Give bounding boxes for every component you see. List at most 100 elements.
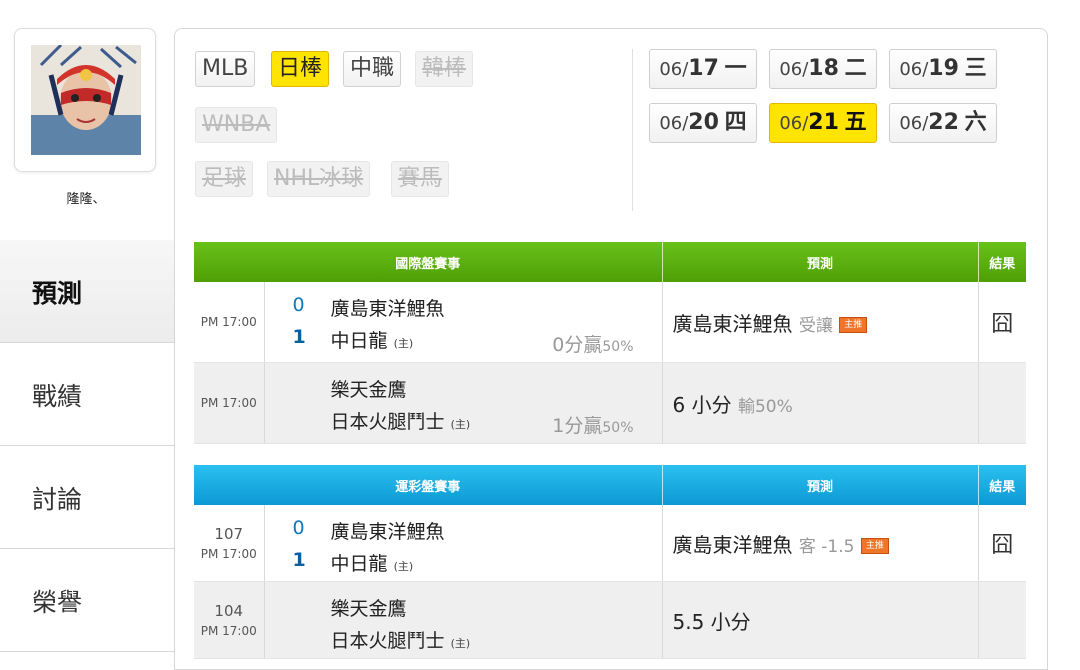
home-tag: (主) xyxy=(393,560,414,573)
tab-cpbl[interactable]: 中職 xyxy=(343,51,402,87)
table-row: 104 PM 17:00 樂天金鷹 日本火腿鬥士 (主) 5.5 小分 xyxy=(194,581,1027,659)
date-day: 18 xyxy=(808,56,839,81)
tab-npb[interactable]: 日棒 xyxy=(271,51,330,87)
match-time: PM 17:00 xyxy=(194,362,265,444)
home-team[interactable]: 日本火腿鬥士 (主) xyxy=(331,407,471,434)
home-team-name: 中日龍 xyxy=(330,553,388,575)
game-number: 107 xyxy=(214,525,244,543)
table-header: 運彩盤賽事 預測 結果 xyxy=(194,465,1027,505)
tab-horse-racing: 賽馬 xyxy=(391,161,450,197)
tabs-divider xyxy=(632,49,633,211)
date-month: 06/ xyxy=(899,59,929,80)
table-row: PM 17:00 樂天金鷹 日本火腿鬥士 (主) 1分贏50% 6 小分 輸50… xyxy=(194,362,1027,444)
home-team[interactable]: 中日龍 (主) xyxy=(331,326,414,353)
home-score: 1 xyxy=(292,549,306,571)
side-item-record[interactable]: 戰績 xyxy=(0,343,174,446)
away-team[interactable]: 樂天金鷹 xyxy=(331,375,407,402)
prediction-cell: 5.5 小分 xyxy=(662,581,979,659)
away-team[interactable]: 樂天金鷹 xyxy=(331,594,407,621)
header-prediction: 預測 xyxy=(662,465,979,505)
date-month: 06/ xyxy=(779,59,809,80)
home-team-name: 中日龍 xyxy=(330,330,388,352)
odds-value: 1分贏 xyxy=(552,415,603,437)
match-time-cell: 107 PM 17:00 xyxy=(194,505,265,582)
home-tag: (主) xyxy=(450,418,471,431)
pick-sub: 客 -1.5 xyxy=(798,536,855,557)
date-day: 21 xyxy=(808,110,839,135)
tab-mlb[interactable]: MLB xyxy=(195,51,256,87)
date-day: 17 xyxy=(688,56,719,81)
odds-value: 0分贏 xyxy=(552,334,603,356)
date-tab-0618[interactable]: 06/18 二 xyxy=(769,49,877,89)
odds-pct: 50% xyxy=(602,339,634,355)
profile-card[interactable] xyxy=(14,28,156,172)
date-weekday: 六 xyxy=(964,110,987,135)
avatar[interactable] xyxy=(31,45,141,155)
main-pick-badge: 主推 xyxy=(860,538,889,554)
odds-pct: 50% xyxy=(602,420,634,436)
date-tab-0622[interactable]: 06/22 六 xyxy=(889,103,997,143)
home-tag: (主) xyxy=(393,337,414,350)
away-score: 0 xyxy=(292,294,305,316)
odds-text: 1分贏50% xyxy=(552,411,633,438)
table-row: PM 17:00 0 廣島東洋鯉魚 1 中日龍 (主) 0分贏50% 廣島東洋鯉… xyxy=(194,282,1027,363)
date-tab-0617[interactable]: 06/17 一 xyxy=(649,49,757,89)
prediction-cell: 廣島東洋鯉魚 受讓 主推 xyxy=(662,282,979,363)
tab-kbo: 韓棒 xyxy=(415,51,474,87)
tab-soccer: 足球 xyxy=(195,161,254,197)
pick-team: 6 小分 xyxy=(672,392,732,417)
home-tag: (主) xyxy=(450,637,471,650)
result-cell xyxy=(978,581,1027,659)
side-item-label: 討論 xyxy=(32,485,83,514)
home-score: 1 xyxy=(292,326,306,348)
date-month: 06/ xyxy=(659,113,689,134)
date-tab-0619[interactable]: 06/19 三 xyxy=(889,49,997,89)
odds-text: 0分贏50% xyxy=(552,330,633,357)
side-item-label: 榮譽 xyxy=(32,588,83,617)
tab-nhl: NHL冰球 xyxy=(267,161,371,197)
home-team-name: 日本火腿鬥士 xyxy=(330,630,445,652)
home-team[interactable]: 中日龍 (主) xyxy=(331,549,414,576)
result-cell xyxy=(978,362,1027,444)
date-month: 06/ xyxy=(779,113,809,134)
date-day: 20 xyxy=(688,110,719,135)
date-weekday: 四 xyxy=(724,110,747,135)
header-result: 結果 xyxy=(978,242,1027,282)
date-weekday: 三 xyxy=(964,56,987,81)
date-month: 06/ xyxy=(899,113,929,134)
result-cell: 囧 xyxy=(978,282,1027,363)
date-weekday: 二 xyxy=(844,56,867,81)
side-item-discussion[interactable]: 討論 xyxy=(0,446,174,549)
date-month: 06/ xyxy=(659,59,689,80)
match-cell: 0 廣島東洋鯉魚 1 中日龍 (主) 0分贏50% xyxy=(264,282,663,363)
date-tab-0620[interactable]: 06/20 四 xyxy=(649,103,757,143)
date-weekday: 五 xyxy=(844,110,867,135)
prediction-cell: 廣島東洋鯉魚 客 -1.5 主推 xyxy=(662,505,979,582)
sport-lottery-prediction-table: 運彩盤賽事 預測 結果 107 PM 17:00 0 廣島東洋鯉魚 1 中日龍 … xyxy=(194,465,1027,659)
match-time: PM 17:00 xyxy=(200,624,257,638)
side-nav: 預測 戰績 討論 榮譽 xyxy=(0,240,174,652)
username: 隆隆、 xyxy=(66,192,106,207)
match-time: PM 17:00 xyxy=(200,547,257,561)
side-item-label: 預測 xyxy=(32,279,83,308)
match-time-cell: 104 PM 17:00 xyxy=(194,581,265,659)
away-team[interactable]: 廣島東洋鯉魚 xyxy=(331,294,445,321)
home-team[interactable]: 日本火腿鬥士 (主) xyxy=(331,626,471,653)
tab-wnba: WNBA xyxy=(195,107,278,143)
prediction-cell: 6 小分 輸50% xyxy=(662,362,979,444)
date-day: 22 xyxy=(928,110,959,135)
home-team-name: 日本火腿鬥士 xyxy=(330,411,445,433)
pick-sub: 輸50% xyxy=(737,396,793,417)
match-time: PM 17:00 xyxy=(194,282,265,363)
pick-team: 5.5 小分 xyxy=(672,609,751,634)
side-item-prediction[interactable]: 預測 xyxy=(0,240,174,343)
date-tab-0621[interactable]: 06/21 五 xyxy=(769,103,877,143)
pick-sub: 受讓 xyxy=(798,315,833,336)
header-prediction: 預測 xyxy=(662,242,979,282)
side-item-honor[interactable]: 榮譽 xyxy=(0,549,174,652)
header-event: 國際盤賽事 xyxy=(194,242,663,282)
away-team[interactable]: 廣島東洋鯉魚 xyxy=(331,517,445,544)
match-cell: 0 廣島東洋鯉魚 1 中日龍 (主) xyxy=(264,505,663,582)
header-event: 運彩盤賽事 xyxy=(194,465,663,505)
date-day: 19 xyxy=(928,56,959,81)
